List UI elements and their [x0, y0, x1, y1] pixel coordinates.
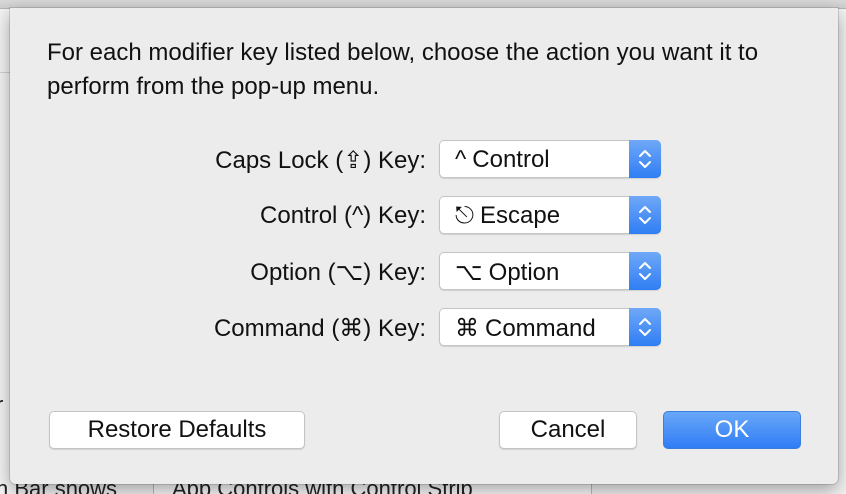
up-down-chevron-icon[interactable] — [629, 308, 661, 346]
control-label: Control (^) Key: — [260, 202, 426, 229]
caps-lock-row: Caps Lock (⇪) Key: ^ Control — [10, 140, 838, 180]
popup-value: ⌥ Option — [455, 258, 559, 287]
popup-value: ^ Control — [455, 146, 550, 174]
command-popup[interactable]: ⌘ Command — [439, 308, 661, 346]
modifier-keys-sheet: For each modifier key listed below, choo… — [10, 8, 838, 484]
background-divider — [0, 72, 10, 73]
popup-value: ⎋ Escape — [455, 202, 560, 230]
ok-button[interactable]: OK — [663, 411, 801, 449]
control-popup[interactable]: ⎋ Escape — [439, 196, 661, 234]
popup-value-text: Option — [488, 259, 560, 286]
command-row: Command (⌘) Key: ⌘ Command — [10, 308, 838, 348]
up-down-chevron-icon[interactable] — [629, 252, 661, 290]
option-popup[interactable]: ⌥ Option — [439, 252, 661, 290]
option-glyph-icon: ⌥ — [455, 259, 483, 286]
command-glyph-icon: ⌘ — [455, 315, 479, 342]
caps-lock-label: Caps Lock (⇪) Key: — [215, 147, 426, 174]
up-down-chevron-icon[interactable] — [629, 140, 661, 178]
popup-value-text: Command — [485, 315, 596, 342]
control-glyph-icon: ^ — [455, 146, 467, 173]
control-row: Control (^) Key: ⎋ Escape — [10, 196, 838, 236]
up-down-chevron-icon[interactable] — [629, 196, 661, 234]
background-text-fragment: r — [0, 392, 3, 418]
option-row: Option (⌥) Key: ⌥ Option — [10, 252, 838, 292]
command-label: Command (⌘) Key: — [213, 315, 426, 342]
intro-text: For each modifier key listed below, choo… — [47, 39, 759, 100]
cancel-button[interactable]: Cancel — [499, 411, 637, 449]
escape-glyph-icon: ⎋ — [455, 202, 474, 229]
popup-value-text: Escape — [479, 202, 561, 229]
restore-defaults-button[interactable]: Restore Defaults — [49, 411, 305, 449]
option-label: Option (⌥) Key: — [250, 259, 426, 286]
caps-lock-popup[interactable]: ^ Control — [439, 140, 661, 178]
popup-value-text: Control — [472, 146, 550, 173]
popup-value: ⌘ Command — [455, 314, 596, 343]
